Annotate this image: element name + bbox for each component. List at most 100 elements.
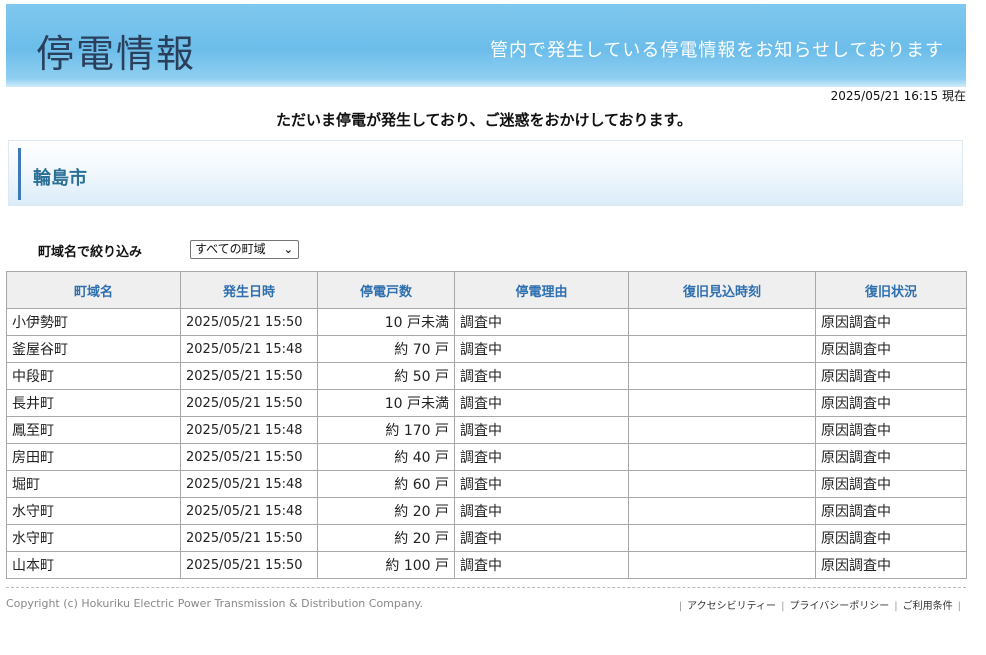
cell-households: 約 100 戸: [317, 551, 455, 579]
table-row: 堀町 2025/05/21 15:48 約 60 戸 調査中 原因調査中: [6, 470, 967, 498]
table-row: 小伊勢町 2025/05/21 15:50 10 戸未満 調査中 原因調査中: [6, 308, 967, 336]
header-banner: 停電情報 管内で発生している停電情報をお知らせしております: [6, 4, 966, 87]
accessibility-link[interactable]: アクセシビリティー: [687, 601, 776, 612]
table-row: 中段町 2025/05/21 15:50 約 50 戸 調査中 原因調査中: [6, 362, 967, 390]
cell-status: 原因調査中: [815, 443, 967, 471]
cell-status: 原因調査中: [815, 308, 967, 336]
table-row: 長井町 2025/05/21 15:50 10 戸未満 調査中 原因調査中: [6, 389, 967, 417]
footer-separator: |: [894, 601, 898, 612]
footer-separator: |: [957, 601, 961, 612]
col-header-reason: 停電理由: [454, 271, 629, 309]
copyright-text: Copyright (c) Hokuriku Electric Power Tr…: [6, 597, 424, 610]
city-panel: 輪島市: [8, 140, 963, 206]
cell-town: 水守町: [6, 497, 181, 525]
table-header-row: 町域名 発生日時 停電戸数 停電理由 復旧見込時刻 復旧状況: [6, 271, 967, 309]
cell-households: 約 20 戸: [317, 497, 455, 525]
cell-restore-time: [628, 416, 816, 444]
cell-reason: 調査中: [454, 497, 629, 525]
cell-restore-time: [628, 443, 816, 471]
cell-reason: 調査中: [454, 362, 629, 390]
cell-datetime: 2025/05/21 15:50: [180, 524, 318, 552]
cell-restore-time: [628, 389, 816, 417]
cell-status: 原因調査中: [815, 497, 967, 525]
cell-restore-time: [628, 470, 816, 498]
cell-datetime: 2025/05/21 15:48: [180, 470, 318, 498]
page-title: 停電情報: [36, 32, 197, 76]
cell-status: 原因調査中: [815, 551, 967, 579]
cell-households: 10 戸未満: [317, 308, 455, 336]
update-timestamp: 2025/05/21 16:15 現在: [830, 89, 966, 103]
cell-status: 原因調査中: [815, 362, 967, 390]
town-filter-selected: すべての町域: [195, 242, 266, 256]
outage-notice: ただいま停電が発生しており、ご迷惑をおかけしております。: [275, 111, 693, 129]
cell-households: 10 戸未満: [317, 389, 455, 417]
col-header-households: 停電戸数: [317, 271, 455, 309]
cell-datetime: 2025/05/21 15:50: [180, 551, 318, 579]
cell-households: 約 70 戸: [317, 335, 455, 363]
cell-datetime: 2025/05/21 15:48: [180, 497, 318, 525]
chevron-down-icon: ⌄: [283, 243, 293, 256]
cell-reason: 調査中: [454, 335, 629, 363]
footer-links: | アクセシビリティー | プライバシーポリシー | ご利用条件 |: [674, 597, 966, 612]
table-row: 山本町 2025/05/21 15:50 約 100 戸 調査中 原因調査中: [6, 551, 967, 579]
cell-town: 鳳至町: [6, 416, 181, 444]
cell-datetime: 2025/05/21 15:50: [180, 389, 318, 417]
cell-reason: 調査中: [454, 524, 629, 552]
cell-restore-time: [628, 362, 816, 390]
footer-separator: |: [781, 601, 785, 612]
outage-table: 町域名 発生日時 停電戸数 停電理由 復旧見込時刻 復旧状況 小伊勢町 2025…: [6, 271, 967, 579]
table-row: 水守町 2025/05/21 15:50 約 20 戸 調査中 原因調査中: [6, 524, 967, 552]
cell-households: 約 40 戸: [317, 443, 455, 471]
table-row: 水守町 2025/05/21 15:48 約 20 戸 調査中 原因調査中: [6, 497, 967, 525]
cell-town: 小伊勢町: [6, 308, 181, 336]
col-header-restore-time: 復旧見込時刻: [628, 271, 816, 309]
cell-town: 堀町: [6, 470, 181, 498]
footer-separator: |: [678, 601, 683, 612]
cell-town: 長井町: [6, 389, 181, 417]
cell-status: 原因調査中: [815, 416, 967, 444]
table-row: 房田町 2025/05/21 15:50 約 40 戸 調査中 原因調査中: [6, 443, 967, 471]
city-name: 輪島市: [33, 168, 87, 189]
cell-reason: 調査中: [454, 416, 629, 444]
cell-datetime: 2025/05/21 15:50: [180, 362, 318, 390]
cell-status: 原因調査中: [815, 470, 967, 498]
table-row: 鳳至町 2025/05/21 15:48 約 170 戸 調査中 原因調査中: [6, 416, 967, 444]
cell-restore-time: [628, 335, 816, 363]
col-header-status: 復旧状況: [815, 271, 967, 309]
cell-households: 約 50 戸: [317, 362, 455, 390]
cell-households: 約 60 戸: [317, 470, 455, 498]
cell-reason: 調査中: [454, 470, 629, 498]
privacy-policy-link[interactable]: プライバシーポリシー: [789, 601, 889, 612]
cell-restore-time: [628, 308, 816, 336]
cell-town: 中段町: [6, 362, 181, 390]
cell-town: 房田町: [6, 443, 181, 471]
town-filter-select[interactable]: すべての町域 ⌄: [190, 240, 299, 259]
terms-of-use-link[interactable]: ご利用条件: [903, 601, 953, 612]
cell-restore-time: [628, 551, 816, 579]
city-accent-bar: [18, 148, 21, 200]
cell-households: 約 20 戸: [317, 524, 455, 552]
cell-datetime: 2025/05/21 15:50: [180, 443, 318, 471]
cell-datetime: 2025/05/21 15:48: [180, 335, 318, 363]
cell-datetime: 2025/05/21 15:48: [180, 416, 318, 444]
header-tagline: 管内で発生している停電情報をお知らせしております: [489, 40, 944, 61]
cell-town: 釜屋谷町: [6, 335, 181, 363]
cell-status: 原因調査中: [815, 335, 967, 363]
cell-town: 水守町: [6, 524, 181, 552]
cell-status: 原因調査中: [815, 524, 967, 552]
cell-reason: 調査中: [454, 443, 629, 471]
col-header-town: 町域名: [6, 271, 181, 309]
footer-divider: [6, 587, 966, 588]
cell-town: 山本町: [6, 551, 181, 579]
table-row: 釜屋谷町 2025/05/21 15:48 約 70 戸 調査中 原因調査中: [6, 335, 967, 363]
cell-restore-time: [628, 497, 816, 525]
cell-reason: 調査中: [454, 551, 629, 579]
col-header-datetime: 発生日時: [180, 271, 318, 309]
cell-reason: 調査中: [454, 308, 629, 336]
filter-label: 町域名で絞り込み: [38, 245, 143, 260]
cell-status: 原因調査中: [815, 389, 967, 417]
cell-restore-time: [628, 524, 816, 552]
cell-datetime: 2025/05/21 15:50: [180, 308, 318, 336]
cell-reason: 調査中: [454, 389, 629, 417]
cell-households: 約 170 戸: [317, 416, 455, 444]
